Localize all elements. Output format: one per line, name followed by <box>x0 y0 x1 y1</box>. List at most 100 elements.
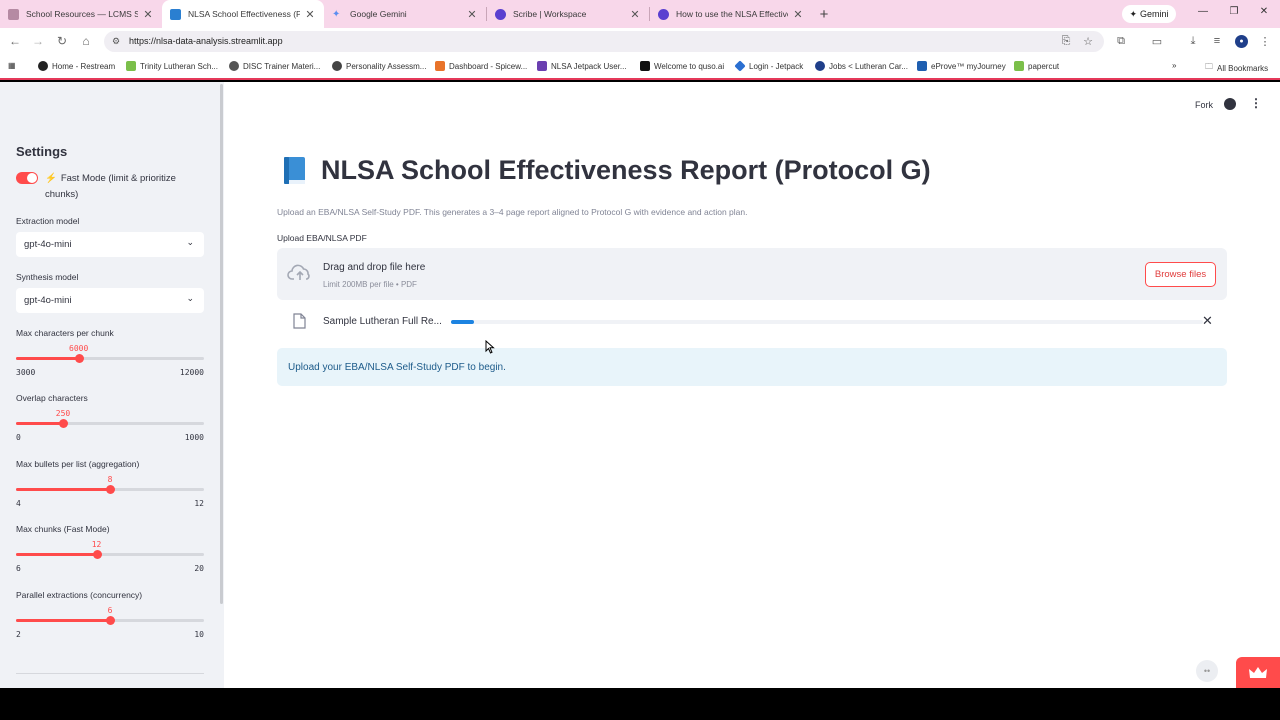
main-menu-icon[interactable]: ⋮ <box>1250 96 1262 110</box>
fork-button[interactable]: Fork <box>1195 100 1213 110</box>
bookmark-item[interactable]: Login - Jetpack <box>734 60 804 72</box>
streamlit-status-icon[interactable]: •• <box>1196 660 1218 682</box>
max-chunks-slider[interactable]: 12 6 20 <box>16 531 204 575</box>
bookmark-item[interactable]: DISC Trainer Materi... <box>229 61 320 71</box>
sidebar-scrollbar[interactable] <box>220 84 223 604</box>
bookmark-item[interactable]: Welcome to quso.ai <box>640 61 724 71</box>
page-title: NLSA School Effectiveness Report (Protoc… <box>282 155 931 186</box>
slider-min: 6 <box>16 564 21 573</box>
new-tab-icon[interactable]: + <box>812 0 836 28</box>
extensions-icon[interactable]: ⧉ <box>1114 35 1128 48</box>
file-dropzone[interactable]: Drag and drop file here Limit 200MB per … <box>277 248 1227 300</box>
browse-files-button[interactable]: Browse files <box>1145 262 1216 287</box>
home-icon[interactable]: ⌂ <box>78 34 94 48</box>
bookmark-item[interactable]: Personality Assessm... <box>332 61 426 71</box>
tab-close-icon[interactable]: ✕ <box>466 8 478 21</box>
slider-track[interactable] <box>16 354 204 363</box>
bookmark-label: NLSA Jetpack User... <box>551 61 627 71</box>
overlap-slider[interactable]: 250 0 1000 <box>16 400 204 444</box>
apps-grid-icon[interactable]: ▦ <box>8 61 16 70</box>
address-bar[interactable]: ⚙ https://nlsa-data-analysis.streamlit.a… <box>104 31 1104 52</box>
page-subtitle: Upload an EBA/NLSA Self-Study PDF. This … <box>277 207 748 217</box>
slider-track[interactable] <box>16 550 204 559</box>
extraction-model-select[interactable]: gpt-4o-mini ⌄ <box>16 232 204 257</box>
gemini-button[interactable]: ✦ Gemini <box>1122 5 1176 23</box>
synthesis-model-select[interactable]: gpt-4o-mini ⌄ <box>16 288 204 313</box>
bookmark-label: papercut <box>1028 61 1060 71</box>
bookmark-item[interactable]: Dashboard - Spicew... <box>435 61 527 71</box>
more-bookmarks-icon[interactable]: » <box>1172 61 1176 70</box>
browser-tab[interactable]: Scribe | Workspace ✕ <box>487 0 649 28</box>
browser-tab[interactable]: How to use the NLSA Effectiveness ✕ <box>650 0 812 28</box>
bookmark-item[interactable]: Jobs < Lutheran Car... <box>815 61 908 71</box>
bookmark-label: DISC Trainer Materi... <box>243 61 321 71</box>
slider-thumb[interactable] <box>92 550 102 559</box>
fast-mode-toggle[interactable] <box>16 172 38 184</box>
dropzone-limit: Limit 200MB per file • PDF <box>323 280 417 289</box>
streamlit-crown-button[interactable] <box>1236 657 1280 688</box>
slider-fill <box>16 357 79 360</box>
bookmark-star-icon[interactable]: ☆ <box>1081 35 1095 48</box>
github-icon[interactable] <box>1224 98 1236 110</box>
slider-thumb[interactable] <box>106 616 115 625</box>
tab-title: Scribe | Workspace <box>513 9 587 19</box>
browser-tab-active[interactable]: NLSA School Effectiveness (Protocol G) ✕ <box>162 0 324 28</box>
cloud-upload-icon <box>287 262 313 287</box>
bookmark-item[interactable]: NLSA Jetpack User... <box>537 61 627 71</box>
install-app-icon[interactable]: ⎘ <box>1059 35 1073 48</box>
gemini-icon: ✦ <box>1129 8 1138 19</box>
slider-thumb[interactable] <box>74 354 84 363</box>
bookmark-label: Trinity Lutheran Sch... <box>140 61 218 71</box>
bookmark-item[interactable]: Trinity Lutheran Sch... <box>126 61 218 71</box>
minimize-icon[interactable]: — <box>1196 6 1210 17</box>
forward-icon[interactable]: → <box>30 34 46 48</box>
info-alert: Upload your EBA/NLSA Self-Study PDF to b… <box>277 348 1227 386</box>
parallel-slider[interactable]: 6 2 10 <box>16 597 204 641</box>
bookmark-item[interactable]: Home - Restream <box>38 61 115 71</box>
file-icon <box>293 313 306 334</box>
slider-track[interactable] <box>16 419 204 428</box>
slider-thumb[interactable] <box>59 419 68 428</box>
browser-tab[interactable]: ✦ Google Gemini ✕ <box>324 0 486 28</box>
slider-max: 12000 <box>179 368 204 377</box>
upload-progress-bar <box>451 320 1203 324</box>
mouse-cursor-icon <box>485 339 495 359</box>
slider-fill <box>16 619 110 622</box>
profile-avatar[interactable]: ● <box>1235 35 1248 48</box>
browser-menu-icon[interactable]: ⋮ <box>1258 35 1272 48</box>
extraction-model-label: Extraction model <box>16 216 80 226</box>
sidebar-divider <box>16 673 204 674</box>
browser-tab-strip: School Resources — LCMS Schools ✕ NLSA S… <box>0 0 1280 28</box>
slider-min: 0 <box>16 433 21 442</box>
all-bookmarks-button[interactable]: 🗀 All Bookmarks <box>1205 61 1268 75</box>
site-info-icon[interactable]: ⚙ <box>112 36 120 47</box>
slider-track[interactable] <box>16 616 204 625</box>
bookmark-label: Login - Jetpack <box>749 61 804 71</box>
slider-min: 2 <box>16 630 21 639</box>
bookmark-item[interactable]: eProve™ myJourney <box>917 61 1006 71</box>
split-view-icon[interactable]: ▭ <box>1150 35 1164 48</box>
info-text: Upload your EBA/NLSA Self-Study PDF to b… <box>288 362 506 373</box>
upload-progress-fill <box>451 320 474 324</box>
tab-close-icon[interactable]: ✕ <box>142 8 154 21</box>
tab-close-icon[interactable]: ✕ <box>304 8 316 21</box>
window-close-icon[interactable]: ✕ <box>1257 6 1271 17</box>
reading-list-icon[interactable]: ≡ <box>1210 35 1224 47</box>
slider-thumb[interactable] <box>106 485 115 494</box>
reload-icon[interactable]: ↻ <box>54 34 70 48</box>
max-bullets-slider[interactable]: 8 4 12 <box>16 466 204 510</box>
max-chars-slider[interactable]: 6000 3000 12000 <box>16 335 204 379</box>
tab-close-icon[interactable]: ✕ <box>629 8 641 21</box>
restore-icon[interactable]: ❐ <box>1227 6 1241 17</box>
download-icon[interactable]: ⤓ <box>1186 35 1200 48</box>
slider-track[interactable] <box>16 485 204 494</box>
browser-tab[interactable]: School Resources — LCMS Schools ✕ <box>0 0 162 28</box>
bookmark-item[interactable]: papercut <box>1014 61 1059 71</box>
back-icon[interactable]: ← <box>7 34 23 48</box>
tab-favicon-icon <box>495 8 506 20</box>
remove-file-icon[interactable]: ✕ <box>1202 313 1213 329</box>
tab-close-icon[interactable]: ✕ <box>792 8 804 21</box>
bookmark-favicon-icon <box>38 61 48 71</box>
tab-title: Google Gemini <box>350 9 407 19</box>
url-text: https://nlsa-data-analysis.streamlit.app <box>129 36 283 46</box>
